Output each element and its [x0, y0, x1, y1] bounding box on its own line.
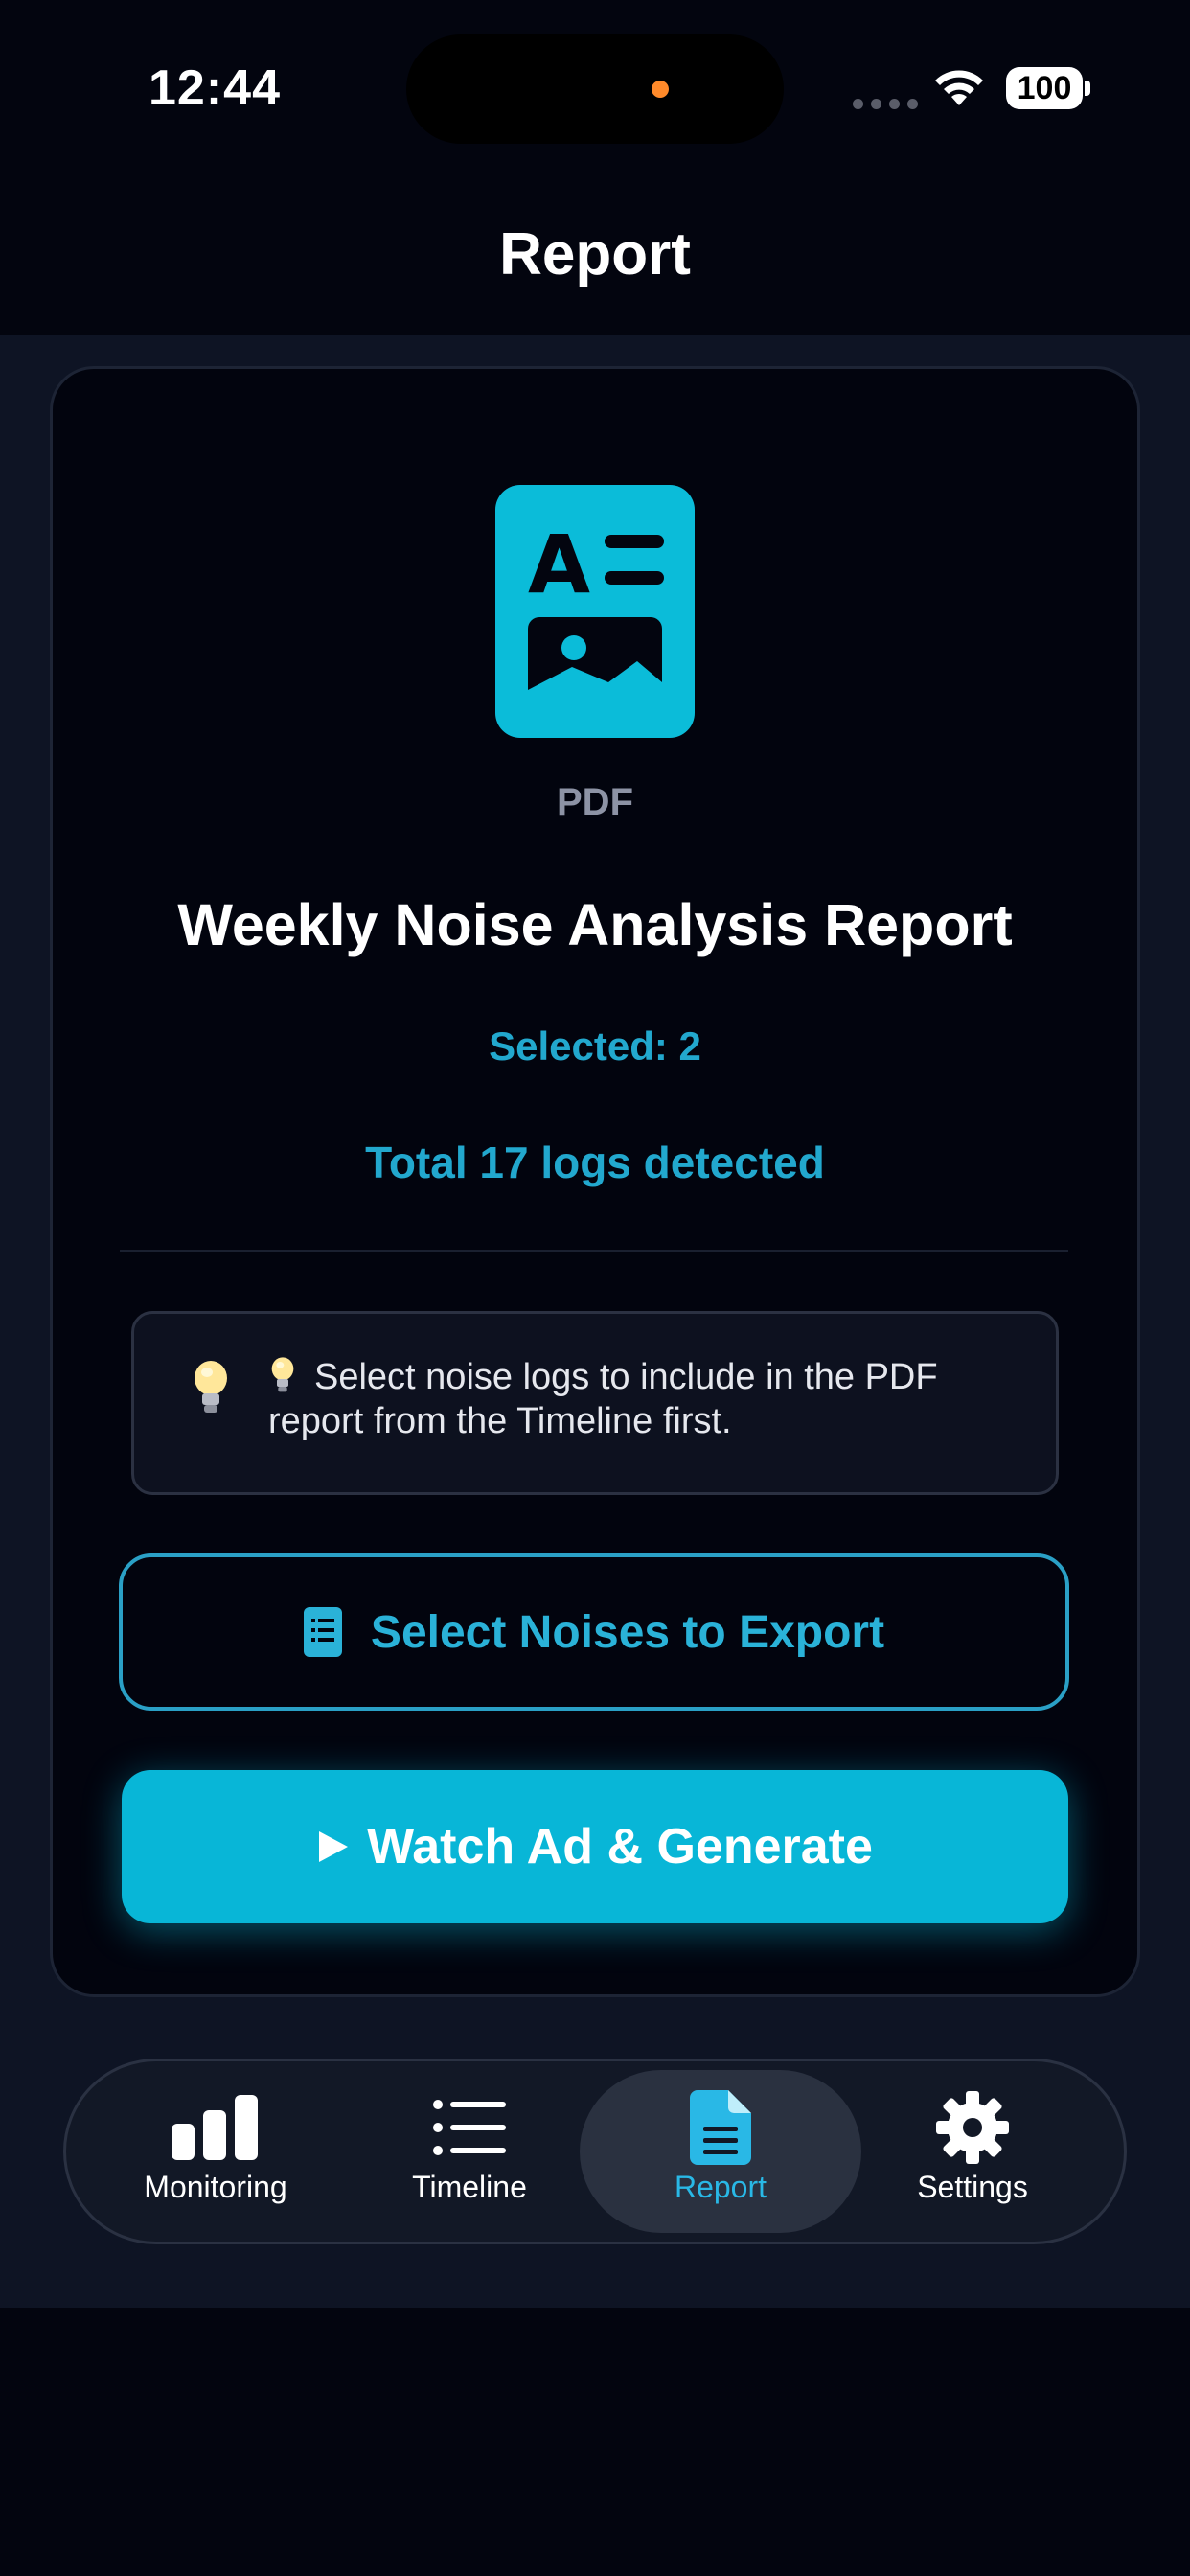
status-time: 12:44 [149, 60, 281, 116]
wifi-icon [935, 70, 983, 105]
document-icon [690, 2090, 751, 2165]
lightbulb-icon [195, 1361, 227, 1413]
svg-text:A: A [528, 518, 590, 611]
tab-timeline[interactable]: Timeline [350, 2089, 589, 2223]
battery-tip [1085, 80, 1090, 96]
tab-settings-label: Settings [917, 2170, 1028, 2204]
selected-count: Selected: 2 [489, 1024, 701, 1069]
play-icon [319, 1831, 349, 1862]
select-noises-label: Select Noises to Export [370, 1606, 885, 1658]
tab-timeline-label: Timeline [412, 2170, 527, 2204]
tip-message: Select noise logs to include in the PDF … [268, 1357, 938, 1441]
tab-monitoring[interactable]: Monitoring [96, 2089, 335, 2223]
tab-report[interactable]: Report [601, 2089, 840, 2223]
watch-ad-generate-label: Watch Ad & Generate [367, 1819, 873, 1874]
tab-report-label: Report [674, 2170, 767, 2204]
file-type-label: PDF [557, 781, 633, 823]
notes-icon [303, 1607, 342, 1657]
report-screen: 12:44 100 Report A PDF Weekly Noise Anal… [0, 0, 1190, 2576]
tab-monitoring-label: Monitoring [144, 2170, 287, 2204]
cellular-signal-icon [853, 97, 926, 114]
watch-ad-generate-button[interactable]: Watch Ad & Generate [122, 1770, 1068, 1923]
total-logs-count: Total 17 logs detected [365, 1138, 825, 1187]
page-title: Report [499, 221, 691, 288]
lightbulb-inline-icon [271, 1357, 294, 1392]
bar-chart-icon [172, 2095, 258, 2160]
divider [120, 1250, 1068, 1252]
gear-icon [936, 2091, 1009, 2164]
select-noises-button[interactable]: Select Noises to Export [119, 1553, 1069, 1711]
privacy-indicator-dot [652, 80, 669, 98]
dynamic-island [406, 34, 784, 144]
pdf-document-icon: A [495, 485, 695, 738]
tab-settings[interactable]: Settings [853, 2089, 1092, 2223]
tip-text: Select noise logs to include in the PDF … [268, 1355, 1025, 1443]
report-title: Weekly Noise Analysis Report [177, 892, 1013, 957]
battery-indicator: 100 [1006, 67, 1083, 109]
list-icon [433, 2100, 506, 2155]
